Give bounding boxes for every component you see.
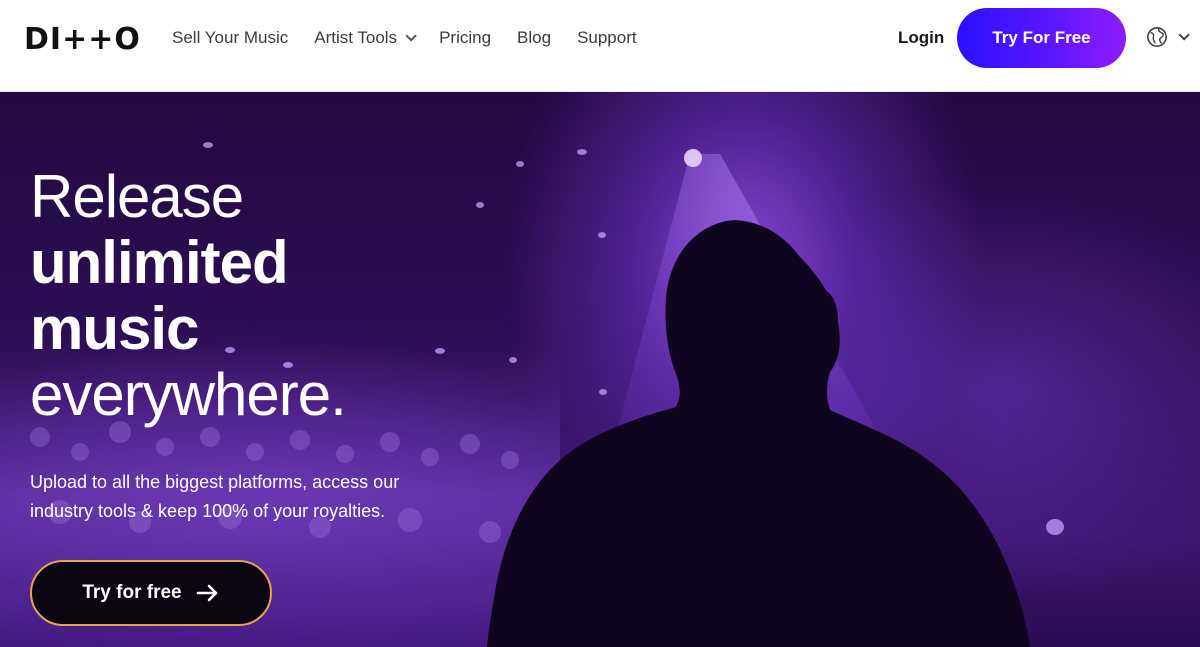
hero-headline: Release unlimited music everywhere. — [30, 163, 347, 428]
nav-blog[interactable]: Blog — [517, 27, 551, 49]
globe-icon — [1147, 27, 1167, 47]
nav-blog-label: Blog — [517, 28, 552, 47]
hero-subtext-line-1: Upload to all the biggest platforms, acc… — [30, 472, 400, 492]
try-for-free-hero-button[interactable]: Try for free — [30, 560, 272, 626]
nav-sell-your-music-label: Sell Your Music — [172, 28, 289, 47]
ditto-logo[interactable]: DI++O — [24, 25, 141, 55]
headline-line-1: Release — [30, 163, 244, 230]
headline-line-2: unlimited — [30, 229, 289, 296]
nav-support[interactable]: Support — [577, 27, 637, 49]
headline-line-3: music — [30, 295, 199, 362]
main-nav: Sell Your Music Artist Tools Pricing Blo… — [172, 27, 663, 49]
nav-artist-tools[interactable]: Artist Tools — [314, 27, 417, 49]
chevron-down-icon — [405, 30, 417, 42]
performer-silhouette — [487, 220, 1030, 647]
nav-artist-tools-label: Artist Tools — [314, 28, 398, 47]
try-for-free-button-label: Try For Free — [992, 28, 1091, 47]
nav-support-label: Support — [577, 28, 637, 47]
nav-pricing[interactable]: Pricing — [439, 27, 491, 49]
chevron-down-icon — [1178, 29, 1190, 41]
hero-section: Release unlimited music everywhere. Uplo… — [0, 92, 1200, 647]
nav-sell-your-music[interactable]: Sell Your Music — [172, 27, 288, 49]
site-header: DI++O Sell Your Music Artist Tools Prici… — [0, 0, 1200, 92]
page: DI++O Sell Your Music Artist Tools Prici… — [0, 0, 1200, 647]
login-link[interactable]: Login — [898, 27, 944, 49]
nav-pricing-label: Pricing — [439, 28, 492, 47]
arrow-right-icon — [196, 584, 217, 602]
headline-line-4: everywhere. — [30, 361, 347, 428]
hero-subtext-line-2: industry tools & keep 100% of your royal… — [30, 501, 386, 521]
language-selector[interactable] — [1146, 26, 1190, 48]
hero-subtext: Upload to all the biggest platforms, acc… — [30, 468, 450, 526]
try-for-free-hero-button-label: Try for free — [82, 582, 182, 603]
try-for-free-button[interactable]: Try For Free — [957, 8, 1126, 68]
